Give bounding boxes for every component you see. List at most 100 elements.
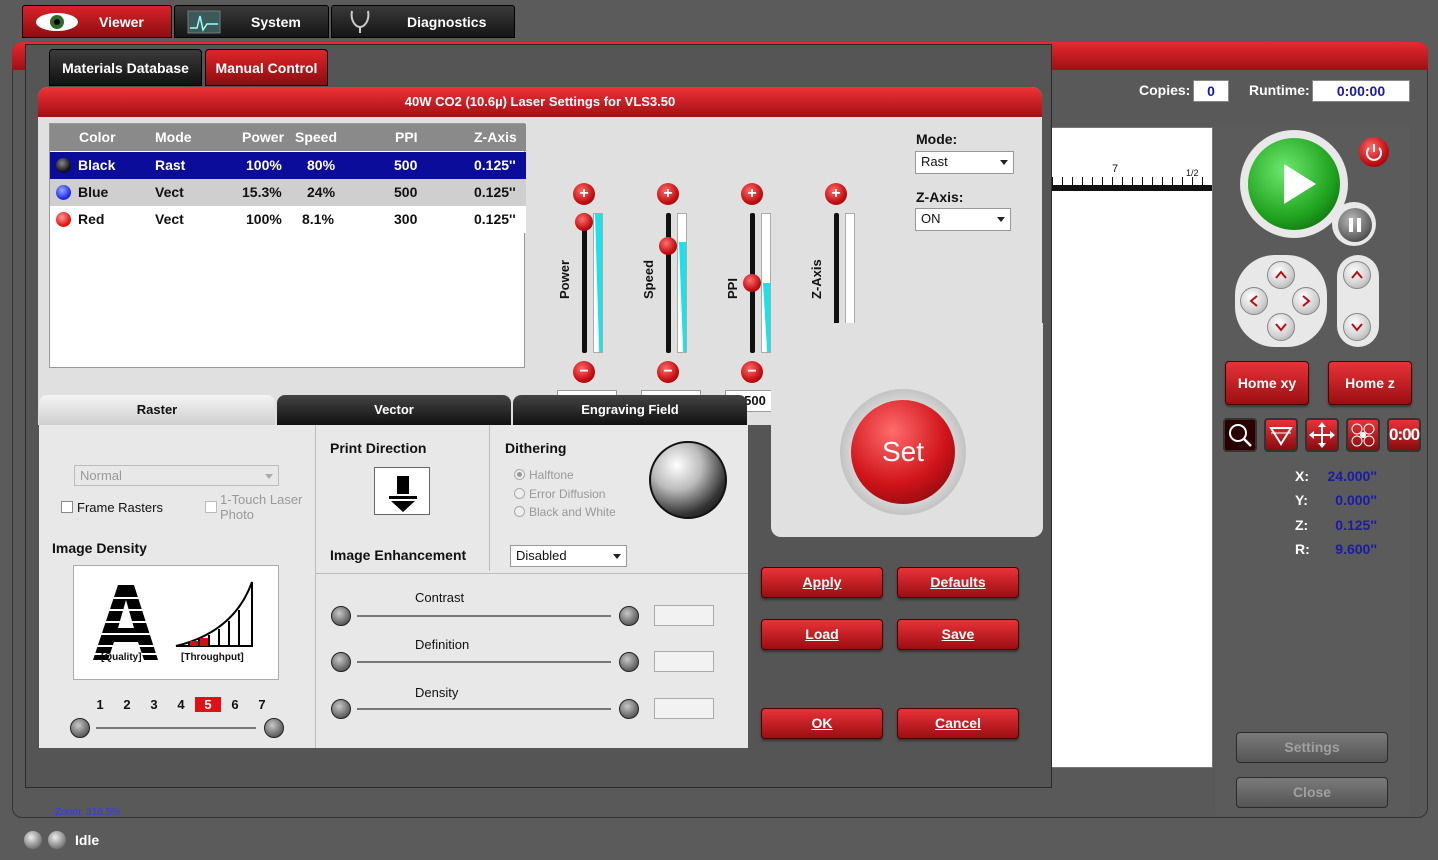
- slider-0-track[interactable]: [582, 213, 587, 353]
- close-button[interactable]: Close: [1236, 777, 1388, 808]
- copies-label: Copies:: [1139, 82, 1191, 98]
- jog-up-button[interactable]: [1267, 261, 1295, 289]
- density-level-7[interactable]: 7: [253, 697, 271, 712]
- enhancement-select[interactable]: Disabled: [510, 545, 627, 567]
- density-level-4[interactable]: 4: [172, 697, 190, 712]
- density-adj-increase-button[interactable]: [619, 699, 639, 719]
- density-level-6[interactable]: 6: [226, 697, 244, 712]
- row-ppi: 500: [394, 157, 418, 173]
- density-level-3[interactable]: 3: [145, 697, 163, 712]
- canvas-preview[interactable]: 7 1/2: [1051, 127, 1213, 768]
- density-level-1[interactable]: 1: [91, 697, 109, 712]
- error-diffusion-radio[interactable]: [514, 488, 525, 499]
- contrast-slider-track[interactable]: [357, 615, 611, 617]
- pointer-tool-button[interactable]: [1264, 418, 1298, 452]
- eye-icon: [36, 13, 78, 31]
- jog-right-button[interactable]: [1292, 287, 1320, 315]
- raster-mode-select[interactable]: Normal: [74, 465, 279, 486]
- slider-2-knob[interactable]: [743, 274, 761, 292]
- slider-0-minus-button[interactable]: −: [573, 361, 595, 383]
- jog-left-button[interactable]: [1240, 287, 1268, 315]
- set-button[interactable]: Set: [851, 400, 955, 504]
- apply-button[interactable]: Apply: [761, 567, 883, 598]
- coord-r-value: 9.600'': [1335, 541, 1377, 557]
- z-up-button[interactable]: [1343, 261, 1371, 289]
- slider-1-track[interactable]: [666, 213, 671, 353]
- contrast-decrease-button[interactable]: [331, 606, 351, 626]
- definition-value-field[interactable]: [654, 651, 714, 672]
- halftone-radio[interactable]: [514, 469, 525, 480]
- contrast-increase-button[interactable]: [619, 606, 639, 626]
- cancel-button[interactable]: Cancel: [897, 708, 1019, 739]
- density-decrease-button[interactable]: [70, 718, 90, 738]
- slider-0-knob[interactable]: [575, 213, 593, 231]
- move-tool-button[interactable]: [1305, 418, 1339, 452]
- stethoscope-icon: [350, 10, 370, 33]
- slider-0-plus-button[interactable]: +: [573, 183, 595, 205]
- slider-1-plus-button[interactable]: +: [657, 183, 679, 205]
- play-button[interactable]: [1248, 138, 1340, 230]
- pause-button[interactable]: [1338, 208, 1372, 242]
- contrast-value-field[interactable]: [654, 605, 714, 626]
- tab-materials-database[interactable]: Materials Database: [49, 49, 202, 86]
- density-adj-slider-track[interactable]: [357, 708, 611, 710]
- definition-decrease-button[interactable]: [331, 652, 351, 672]
- settings-button[interactable]: Settings: [1236, 732, 1388, 763]
- jog-down-button[interactable]: [1267, 313, 1295, 341]
- table-row[interactable]: Red Vect 100% 8.1% 300 0.125'': [50, 206, 526, 233]
- halftone-label: Halftone: [529, 468, 574, 482]
- save-button[interactable]: Save: [897, 619, 1019, 650]
- timer-tool-button[interactable]: 0:00: [1387, 418, 1421, 452]
- tab-manual-control[interactable]: Manual Control: [205, 49, 328, 86]
- mode-select-value: Rast: [921, 154, 948, 169]
- copies-field[interactable]: 0: [1193, 80, 1229, 102]
- color-dot-red: [56, 212, 71, 227]
- z-down-button[interactable]: [1343, 313, 1371, 341]
- density-value-field[interactable]: [654, 698, 714, 719]
- arrow-down-icon: [389, 476, 417, 512]
- header-power: Power: [242, 129, 285, 145]
- print-direction-button[interactable]: [374, 467, 430, 515]
- slider-1-level: [677, 213, 687, 353]
- ok-button[interactable]: OK: [761, 708, 883, 739]
- table-row[interactable]: Black Rast 100% 80% 500 0.125'': [50, 152, 526, 179]
- black-white-radio[interactable]: [514, 506, 525, 517]
- zoom-tool-button[interactable]: [1223, 418, 1257, 452]
- density-level-2[interactable]: 2: [118, 697, 136, 712]
- slider-3-plus-button[interactable]: +: [825, 183, 847, 205]
- slider-1-minus-button[interactable]: −: [657, 361, 679, 383]
- tab-raster[interactable]: Raster: [39, 395, 275, 425]
- definition-label: Definition: [415, 637, 470, 652]
- definition-slider-track[interactable]: [357, 661, 611, 663]
- mode-select[interactable]: Rast: [915, 151, 1014, 174]
- one-touch-checkbox[interactable]: [205, 501, 217, 513]
- status-led-1: [24, 831, 42, 849]
- home-z-button[interactable]: Home z: [1328, 361, 1412, 405]
- row-mode: Rast: [155, 157, 186, 173]
- density-adj-decrease-button[interactable]: [331, 699, 351, 719]
- slider-2-minus-button[interactable]: −: [741, 361, 763, 383]
- home-xy-button[interactable]: Home xy: [1225, 361, 1309, 405]
- frame-rasters-checkbox[interactable]: [61, 501, 73, 513]
- density-increase-button[interactable]: [264, 718, 284, 738]
- density-level-5[interactable]: 5: [195, 697, 221, 712]
- definition-increase-button[interactable]: [619, 652, 639, 672]
- dither-preview-icon: [649, 441, 727, 519]
- slider-2-plus-button[interactable]: +: [741, 183, 763, 205]
- density-slider-track[interactable]: [96, 727, 256, 729]
- table-row[interactable]: Blue Vect 15.3% 24% 500 0.125'': [50, 179, 526, 206]
- slider-1-knob[interactable]: [659, 237, 677, 255]
- load-button[interactable]: Load: [761, 619, 883, 650]
- tab-system[interactable]: System: [174, 5, 329, 38]
- tab-vector[interactable]: Vector: [277, 395, 511, 425]
- tab-engraving-field[interactable]: Engraving Field: [513, 395, 747, 425]
- zaxis-select[interactable]: ON: [915, 208, 1011, 231]
- tab-viewer[interactable]: Viewer: [22, 5, 172, 38]
- power-button[interactable]: [1359, 137, 1389, 167]
- defaults-button[interactable]: Defaults: [897, 567, 1019, 598]
- fan-tool-button[interactable]: [1346, 418, 1380, 452]
- print-direction-label: Print Direction: [330, 440, 427, 456]
- row-speed: 80%: [307, 157, 336, 173]
- ruler-tick-label: 7: [1112, 163, 1119, 175]
- tab-diagnostics[interactable]: Diagnostics: [331, 5, 515, 38]
